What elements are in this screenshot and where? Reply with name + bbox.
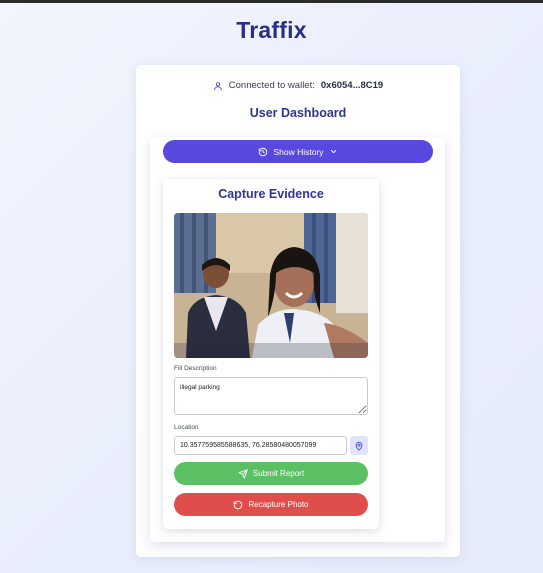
submit-report-label: Submit Report — [252, 469, 305, 478]
location-input[interactable] — [174, 436, 347, 455]
recapture-photo-label: Recapture Photo — [248, 500, 309, 509]
window-top-bar — [0, 0, 543, 3]
rotate-icon — [233, 500, 243, 510]
capture-title: Capture Evidence — [218, 187, 324, 201]
send-icon — [238, 468, 248, 479]
wallet-label: Connected to wallet: — [228, 80, 315, 91]
history-icon — [258, 147, 268, 157]
chevron-down-icon — [329, 147, 338, 156]
user-icon — [213, 81, 223, 91]
capture-evidence-card: Capture Evidence Fill Description illega… — [163, 179, 379, 529]
recapture-photo-button[interactable]: Recapture Photo — [174, 493, 368, 516]
evidence-photo — [174, 213, 368, 358]
app-title: Traffix — [236, 17, 307, 43]
description-field[interactable]: illegal parking — [174, 377, 368, 415]
dashboard-card: Connected to wallet: 0x6054...8C19 User … — [136, 65, 460, 557]
dashboard-panel: Show History Capture Evidence Fill Descr… — [150, 137, 445, 542]
description-label: Fill Description — [174, 365, 217, 372]
show-history-button[interactable]: Show History — [163, 140, 433, 163]
locate-button[interactable] — [350, 436, 368, 455]
show-history-label: Show History — [273, 146, 324, 157]
location-label: Location — [174, 424, 199, 431]
wallet-address: 0x6054...8C19 — [320, 80, 384, 91]
submit-report-button[interactable]: Submit Report — [174, 462, 368, 485]
map-pin-icon — [354, 441, 364, 451]
wallet-status: Connected to wallet: 0x6054...8C19 — [136, 80, 460, 91]
dashboard-title: User Dashboard — [249, 106, 347, 120]
